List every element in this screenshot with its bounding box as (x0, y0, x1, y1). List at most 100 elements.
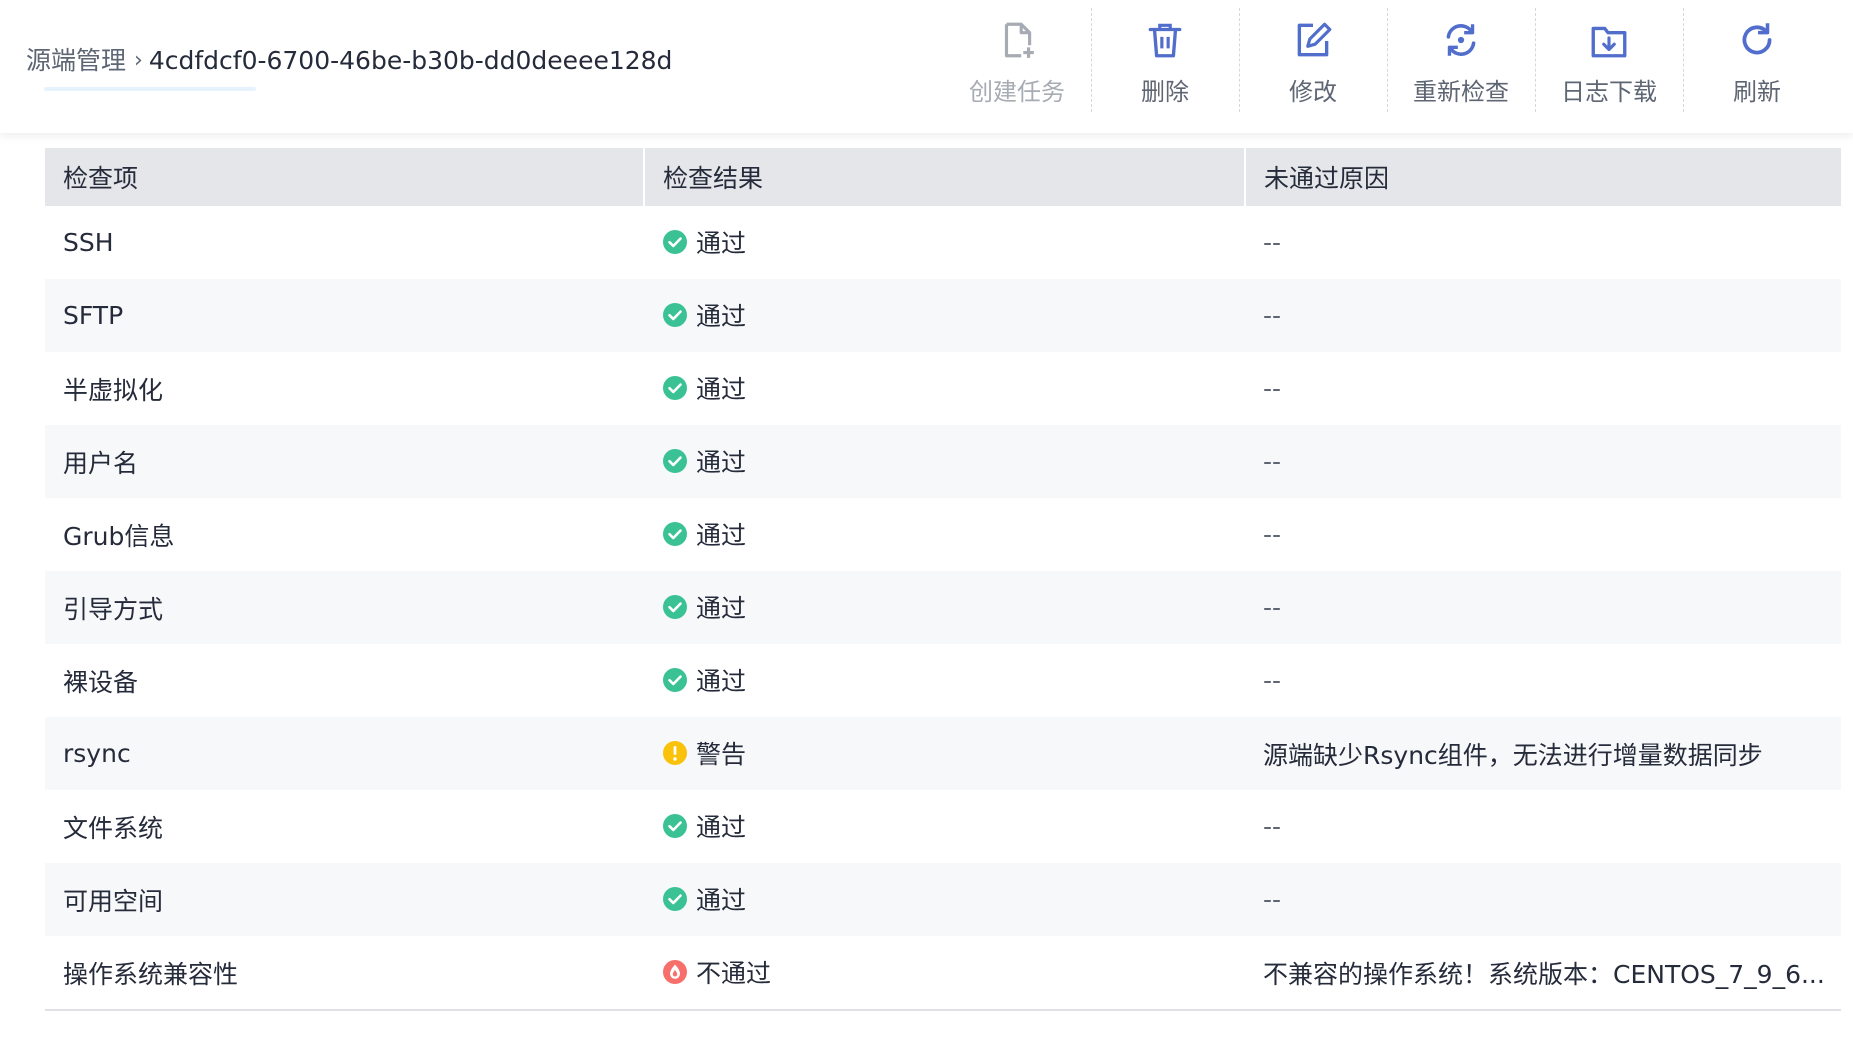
breadcrumb-separator: › (134, 48, 143, 73)
status-badge: 通过 (662, 370, 746, 406)
log-button-label: 日志下载 (1561, 78, 1657, 106)
status-text: 通过 (696, 667, 747, 696)
check-item-cell: SSH (63, 228, 114, 257)
column-header-check-item: 检查项 (45, 148, 644, 206)
check-item-cell: 操作系统兼容性 (45, 936, 644, 1011)
status-badge: 通过 (662, 808, 746, 844)
pass-check-icon (662, 667, 688, 693)
check-item-cell: 可用空间 (45, 863, 644, 936)
table-body: SSH 通过 -- SFTP 通过 -- 半虚拟化 通过 -- 用户名 通过 -- Grub信息 通过 --… (45, 206, 1841, 1011)
recheck-button[interactable]: 重新检查 (1387, 0, 1535, 118)
check-result-cell: 通过 (644, 425, 1245, 498)
check-item-cell: Grub信息 (63, 521, 175, 551)
fail-reason-cell: 不兼容的操作系统！系统版本：CENTOS_7_9_6... (1245, 936, 1841, 1011)
check-results-table-wrap: 检查项 检查结果 未通过原因 SSH 通过 -- SFTP 通过 -- 半虚拟化 通过 -- 用户… (45, 148, 1841, 1011)
table-row: 裸设备 通过 -- (45, 644, 1841, 717)
fail-reason-cell: -- (1263, 666, 1282, 695)
check-result-cell: 警告 (644, 717, 1245, 790)
check-results-table: 检查项 检查结果 未通过原因 SSH 通过 -- SFTP 通过 -- 半虚拟化 通过 -- 用户… (45, 148, 1841, 1011)
check-result-cell: 通过 (644, 206, 1245, 279)
check-item-cell: rsync (45, 717, 644, 790)
check-item-cell: 裸设备 (63, 667, 139, 697)
fail-reason-cell: -- (1263, 228, 1282, 257)
table-row: SFTP 通过 -- (45, 279, 1841, 352)
breadcrumb: 源端管理 › 4cdfdcf0-6700-46be-b30b-dd0deeee1… (26, 43, 672, 79)
top-bar: 源端管理 › 4cdfdcf0-6700-46be-b30b-dd0deeee1… (0, 0, 1853, 133)
check-item-cell: 用户名 (45, 425, 644, 498)
check-result-cell: 通过 (644, 279, 1245, 352)
status-text: 警告 (696, 740, 747, 769)
table-row: SSH 通过 -- (45, 206, 1841, 279)
table-row: 引导方式 通过 -- (45, 571, 1841, 644)
check-result-cell: 通过 (644, 352, 1245, 425)
status-badge: 通过 (662, 662, 746, 698)
fail-icon (662, 959, 688, 985)
table-row: rsync 警告 源端缺少Rsync组件，无法进行增量数据同步 (45, 717, 1841, 790)
fail-reason-cell: -- (1263, 812, 1282, 841)
pass-check-icon (662, 594, 688, 620)
create-button-label: 创建任务 (969, 78, 1065, 106)
status-badge: 不通过 (662, 954, 771, 990)
status-text: 通过 (696, 813, 747, 842)
breadcrumb-current: 4cdfdcf0-6700-46be-b30b-dd0deeee128d (148, 46, 673, 75)
log-button[interactable]: 日志下载 (1535, 0, 1683, 118)
pass-check-icon (662, 302, 688, 328)
edit-button-label: 修改 (1289, 78, 1337, 106)
delete-button[interactable]: 删除 (1091, 0, 1239, 118)
refresh-button-label: 刷新 (1733, 78, 1781, 106)
table-row: 用户名 通过 -- (45, 425, 1841, 498)
pass-check-icon (662, 886, 688, 912)
table-row: 半虚拟化 通过 -- (45, 352, 1841, 425)
status-text: 通过 (696, 448, 747, 477)
column-header-check-result: 检查结果 (643, 148, 1245, 206)
warning-icon (662, 740, 688, 766)
status-text: 不通过 (696, 959, 772, 988)
status-text: 通过 (696, 521, 747, 550)
fail-reason-cell: -- (1245, 863, 1841, 936)
check-result-cell: 通过 (644, 863, 1245, 936)
check-result-cell: 通过 (644, 790, 1245, 863)
status-text: 通过 (696, 594, 747, 623)
edit-icon (1291, 18, 1335, 62)
check-item-cell: SFTP (45, 279, 644, 352)
table-header-row: 检查项 检查结果 未通过原因 (45, 148, 1841, 206)
breadcrumb-underline (44, 87, 256, 91)
status-badge: 通过 (662, 224, 746, 260)
trash-icon (1143, 18, 1187, 62)
check-result-cell: 通过 (644, 571, 1245, 644)
log-download-icon (1587, 18, 1631, 62)
fail-reason-cell: -- (1245, 425, 1841, 498)
create-task-icon (995, 18, 1039, 62)
status-text: 通过 (696, 375, 747, 404)
pass-check-icon (662, 521, 688, 547)
refresh-button[interactable]: 刷新 (1683, 0, 1831, 118)
status-badge: 通过 (662, 516, 746, 552)
table-row: Grub信息 通过 -- (45, 498, 1841, 571)
status-badge: 通过 (662, 443, 746, 479)
status-badge: 通过 (662, 589, 746, 625)
fail-reason-cell: -- (1245, 279, 1841, 352)
breadcrumb-root-link[interactable]: 源端管理 (26, 43, 126, 79)
status-badge: 通过 (662, 297, 746, 333)
table-row: 文件系统 通过 -- (45, 790, 1841, 863)
status-text: 通过 (696, 229, 747, 258)
fail-reason-cell: -- (1263, 374, 1282, 403)
pass-check-icon (662, 375, 688, 401)
pass-check-icon (662, 448, 688, 474)
create-button[interactable]: 创建任务 (943, 0, 1091, 118)
check-item-cell: 半虚拟化 (63, 375, 164, 405)
edit-button[interactable]: 修改 (1239, 0, 1387, 118)
delete-button-label: 删除 (1141, 78, 1189, 106)
status-badge: 警告 (662, 735, 746, 771)
status-text: 通过 (696, 302, 747, 331)
check-result-cell: 通过 (644, 644, 1245, 717)
fail-reason-cell: -- (1245, 571, 1841, 644)
fail-reason-cell: -- (1263, 520, 1282, 549)
pass-check-icon (662, 813, 688, 839)
table-row: 可用空间 通过 -- (45, 863, 1841, 936)
table-row: 操作系统兼容性 不通过 不兼容的操作系统！系统版本：CENTOS_7_9_6... (45, 936, 1841, 1011)
column-header-fail-reason: 未通过原因 (1244, 148, 1841, 206)
fail-reason-cell: 源端缺少Rsync组件，无法进行增量数据同步 (1245, 717, 1841, 790)
check-result-cell: 不通过 (644, 936, 1245, 1011)
recheck-button-label: 重新检查 (1413, 78, 1509, 106)
